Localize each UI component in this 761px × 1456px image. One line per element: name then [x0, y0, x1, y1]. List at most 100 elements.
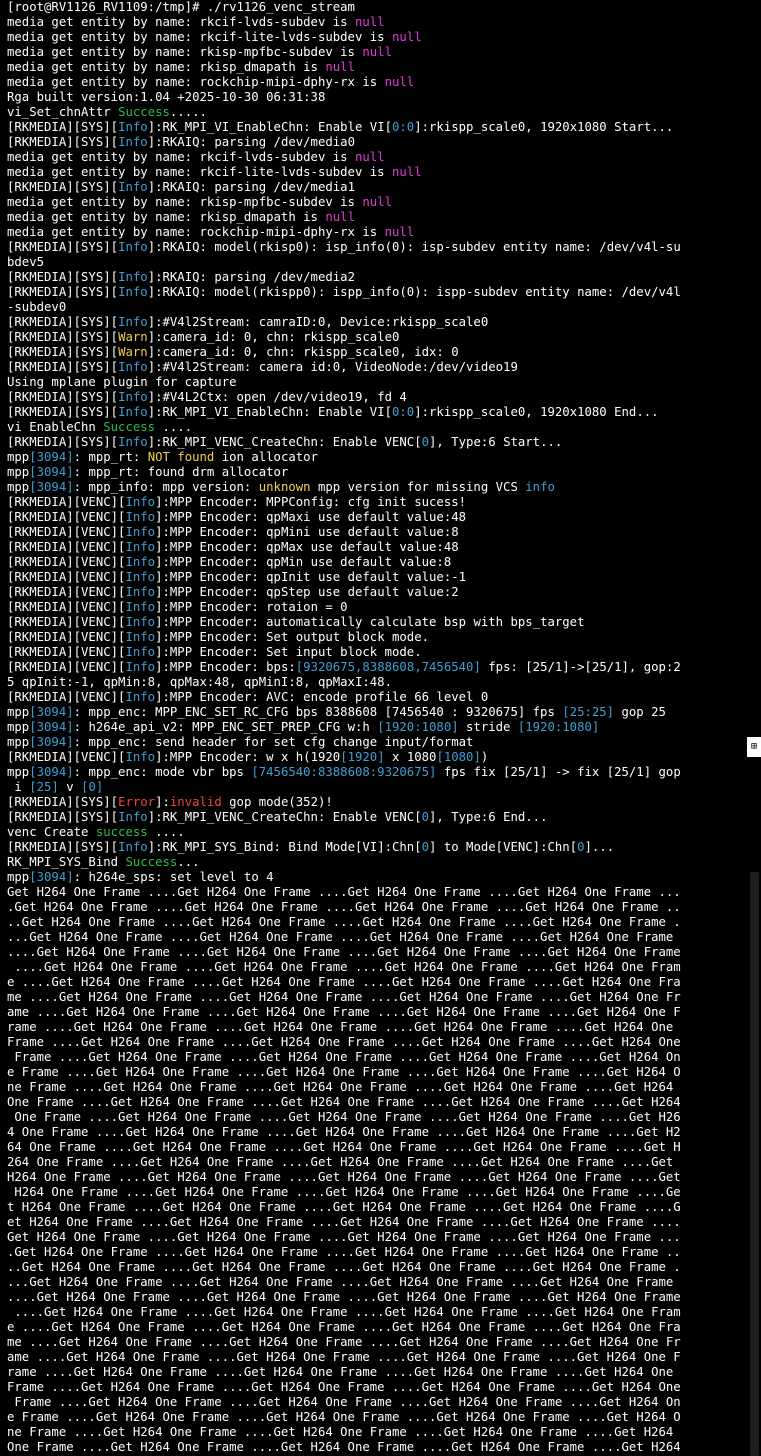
- terminal-line: [RKMEDIA][SYS][Info]:RK_MPI_VENC_CreateC…: [7, 810, 747, 825]
- terminal-text: ..Get H264 One Frame ....Get H264 One Fr…: [7, 915, 681, 929]
- terminal-text: -subdev0: [7, 300, 67, 314]
- terminal-text: Get H264 One Frame ....Get H264 One Fram…: [7, 1230, 681, 1244]
- terminal-text-info: Info: [125, 510, 156, 524]
- terminal-text: ]:MPP Encoder: qpMax use default value:4…: [155, 540, 459, 554]
- terminal-line: ....Get H264 One Frame ....Get H264 One …: [7, 945, 747, 960]
- terminal-line: H264 One Frame ....Get H264 One Frame ..…: [7, 1185, 747, 1200]
- terminal-line: [RKMEDIA][SYS][Info]:RKAIQ: model(rkisp0…: [7, 240, 747, 255]
- terminal-text: [RKMEDIA][VENC][: [7, 600, 126, 614]
- terminal-text: ]:RKAIQ: model(rkisp0): isp_info(0): isp…: [147, 240, 681, 254]
- terminal-text: ....Get H264 One Frame ....Get H264 One …: [7, 945, 681, 959]
- terminal-line: media get entity by name: rkisp-mpfbc-su…: [7, 45, 747, 60]
- terminal-line: [RKMEDIA][SYS][Info]:#V4L2Ctx: open /dev…: [7, 390, 747, 405]
- terminal-text: Frame ....Get H264 One Frame ....Get H26…: [7, 1035, 681, 1049]
- terminal-text: ]:MPP Encoder: Set output block mode.: [155, 630, 430, 644]
- terminal-window[interactable]: [root@RV1126_RV1109:/tmp]# ./rv1126_venc…: [0, 0, 761, 1456]
- terminal-text: : mpp_rt: found drm allocator: [73, 465, 289, 479]
- terminal-text: ..Get H264 One Frame ....Get H264 One Fr…: [7, 1260, 681, 1274]
- terminal-text-pid: [3094]: [29, 480, 74, 494]
- terminal-text: [RKMEDIA][VENC][: [7, 585, 126, 599]
- terminal-line: media get entity by name: rkcif-lvds-sub…: [7, 150, 747, 165]
- terminal-text-num: 0:0: [392, 405, 415, 419]
- terminal-line: [RKMEDIA][SYS][Info]:RK_MPI_VI_EnableChn…: [7, 120, 747, 135]
- terminal-line: vi_Set_chnAttr Success.....: [7, 105, 747, 120]
- terminal-text: ]:RK_MPI_VI_EnableChn: Enable VI[: [147, 405, 392, 419]
- terminal-text: [RKMEDIA][SYS][: [7, 345, 119, 359]
- terminal-line: [root@RV1126_RV1109:/tmp]# ./rv1126_venc…: [7, 0, 747, 15]
- terminal-text: ...Get H264 One Frame ....Get H264 One F…: [7, 930, 674, 944]
- terminal-text: [RKMEDIA][VENC][: [7, 660, 126, 674]
- terminal-text: ...Get H264 One Frame ....Get H264 One F…: [7, 1275, 674, 1289]
- terminal-text-num: 0: [421, 810, 430, 824]
- terminal-text-null: null: [325, 60, 355, 74]
- terminal-text-info: Info: [118, 180, 148, 194]
- terminal-text: media get entity by name: rkisp-mpfbc-su…: [7, 45, 363, 59]
- terminal-text: t H264 One Frame ....Get H264 One Frame …: [7, 1200, 681, 1214]
- terminal-line: One Frame ....Get H264 One Frame ....Get…: [7, 1440, 747, 1455]
- terminal-text: ...: [177, 855, 200, 869]
- terminal-text-notfound: NOT found: [147, 450, 215, 464]
- terminal-text: [RKMEDIA][SYS][: [7, 315, 119, 329]
- terminal-text: 4 One Frame ....Get H264 One Frame ....G…: [7, 1125, 681, 1139]
- terminal-text-null: null: [384, 225, 415, 239]
- terminal-text-num: [1080]: [436, 750, 481, 764]
- terminal-text-info: Info: [125, 645, 156, 659]
- scrollbar-thumb[interactable]: [750, 872, 759, 1456]
- terminal-text-info: Info: [125, 540, 156, 554]
- terminal-text: mpp: [7, 735, 30, 749]
- terminal-text: ]:rkispp_scale0, 1920x1080 End...: [414, 405, 659, 419]
- terminal-line: ..Get H264 One Frame ....Get H264 One Fr…: [7, 1260, 747, 1275]
- terminal-text: et H264 One Frame ....Get H264 One Frame…: [7, 1215, 681, 1229]
- terminal-text: ....Get H264 One Frame ....Get H264 One …: [7, 1290, 681, 1304]
- terminal-text: media get entity by name: rockchip-mipi-…: [7, 225, 385, 239]
- terminal-line: [RKMEDIA][SYS][Info]:RKAIQ: parsing /dev…: [7, 180, 747, 195]
- terminal-text-pid: [3094]: [29, 705, 74, 719]
- terminal-text: [RKMEDIA][SYS][: [7, 840, 119, 854]
- terminal-line: [RKMEDIA][SYS][Info]:#V4l2Stream: camraI…: [7, 315, 747, 330]
- terminal-line: media get entity by name: rockchip-mipi-…: [7, 75, 747, 90]
- terminal-line: et H264 One Frame ....Get H264 One Frame…: [7, 1215, 747, 1230]
- terminal-text: ], Type:6 End...: [429, 810, 548, 824]
- terminal-line: H264 One Frame ....Get H264 One Frame ..…: [7, 1170, 747, 1185]
- terminal-text: Rga built version:1.04 +2025-10-30 06:31…: [7, 90, 326, 104]
- terminal-line: [RKMEDIA][SYS][Info]:RK_MPI_VI_EnableChn…: [7, 405, 747, 420]
- terminal-text-info: Info: [125, 630, 156, 644]
- terminal-text-info: Info: [125, 585, 156, 599]
- terminal-line: [RKMEDIA][VENC][Info]:MPP Encoder: rotai…: [7, 600, 747, 615]
- terminal-text: ]:MPP Encoder: qpMini use default value:…: [155, 525, 459, 539]
- terminal-text: ion allocator: [214, 450, 318, 464]
- scroll-marker-icon[interactable]: ⊞: [747, 737, 761, 757]
- terminal-text: ....: [155, 420, 193, 434]
- terminal-line: ....Get H264 One Frame ....Get H264 One …: [7, 1305, 747, 1320]
- terminal-line: Get H264 One Frame ....Get H264 One Fram…: [7, 885, 747, 900]
- terminal-text-info: Info: [125, 525, 156, 539]
- terminal-line: [RKMEDIA][SYS][Info]:RKAIQ: model(rkispp…: [7, 285, 747, 300]
- terminal-line: Frame ....Get H264 One Frame ....Get H26…: [7, 1050, 747, 1065]
- terminal-line: media get entity by name: rockchip-mipi-…: [7, 225, 747, 240]
- terminal-line: [RKMEDIA][SYS][Warn]:camera_id: 0, chn: …: [7, 330, 747, 345]
- terminal-text-info: Info: [118, 360, 148, 374]
- terminal-text: 5 qpInit:-1, qpMin:8, qpMax:48, qpMinI:8…: [7, 675, 392, 689]
- terminal-text-warn: Warn: [118, 345, 148, 359]
- terminal-text-num: [25:25]: [562, 705, 615, 719]
- terminal-text-num: [0]: [81, 780, 104, 794]
- terminal-text: Frame ....Get H264 One Frame ....Get H26…: [7, 1380, 681, 1394]
- terminal-line: vi EnableChn Success ....: [7, 420, 747, 435]
- terminal-text: rame ....Get H264 One Frame ....Get H264…: [7, 1365, 674, 1379]
- terminal-text: 64 One Frame ....Get H264 One Frame ....…: [7, 1140, 681, 1154]
- vertical-scrollbar[interactable]: ⊞: [747, 0, 761, 1456]
- terminal-text-info: Info: [125, 750, 156, 764]
- terminal-text: vi EnableChn: [7, 420, 104, 434]
- terminal-text-info: Info: [125, 690, 156, 704]
- terminal-text: : h264e_api_v2: MPP_ENC_SET_PREP_CFG w:h: [73, 720, 378, 734]
- terminal-text-success: Success: [125, 855, 178, 869]
- terminal-text-info: Info: [118, 840, 148, 854]
- terminal-text-info: Info: [125, 615, 156, 629]
- terminal-text: ]:rkispp_scale0, 1920x1080 Start...: [414, 120, 674, 134]
- terminal-text-null: null: [384, 75, 415, 89]
- terminal-text: e ....Get H264 One Frame ....Get H264 On…: [7, 975, 681, 989]
- terminal-line: [RKMEDIA][VENC][Info]:MPP Encoder: Set i…: [7, 645, 747, 660]
- terminal-line: [RKMEDIA][SYS][Info]:#V4l2Stream: camera…: [7, 360, 747, 375]
- terminal-text: media get entity by name: rkcif-lvds-sub…: [7, 15, 355, 29]
- terminal-text: [RKMEDIA][VENC][: [7, 525, 126, 539]
